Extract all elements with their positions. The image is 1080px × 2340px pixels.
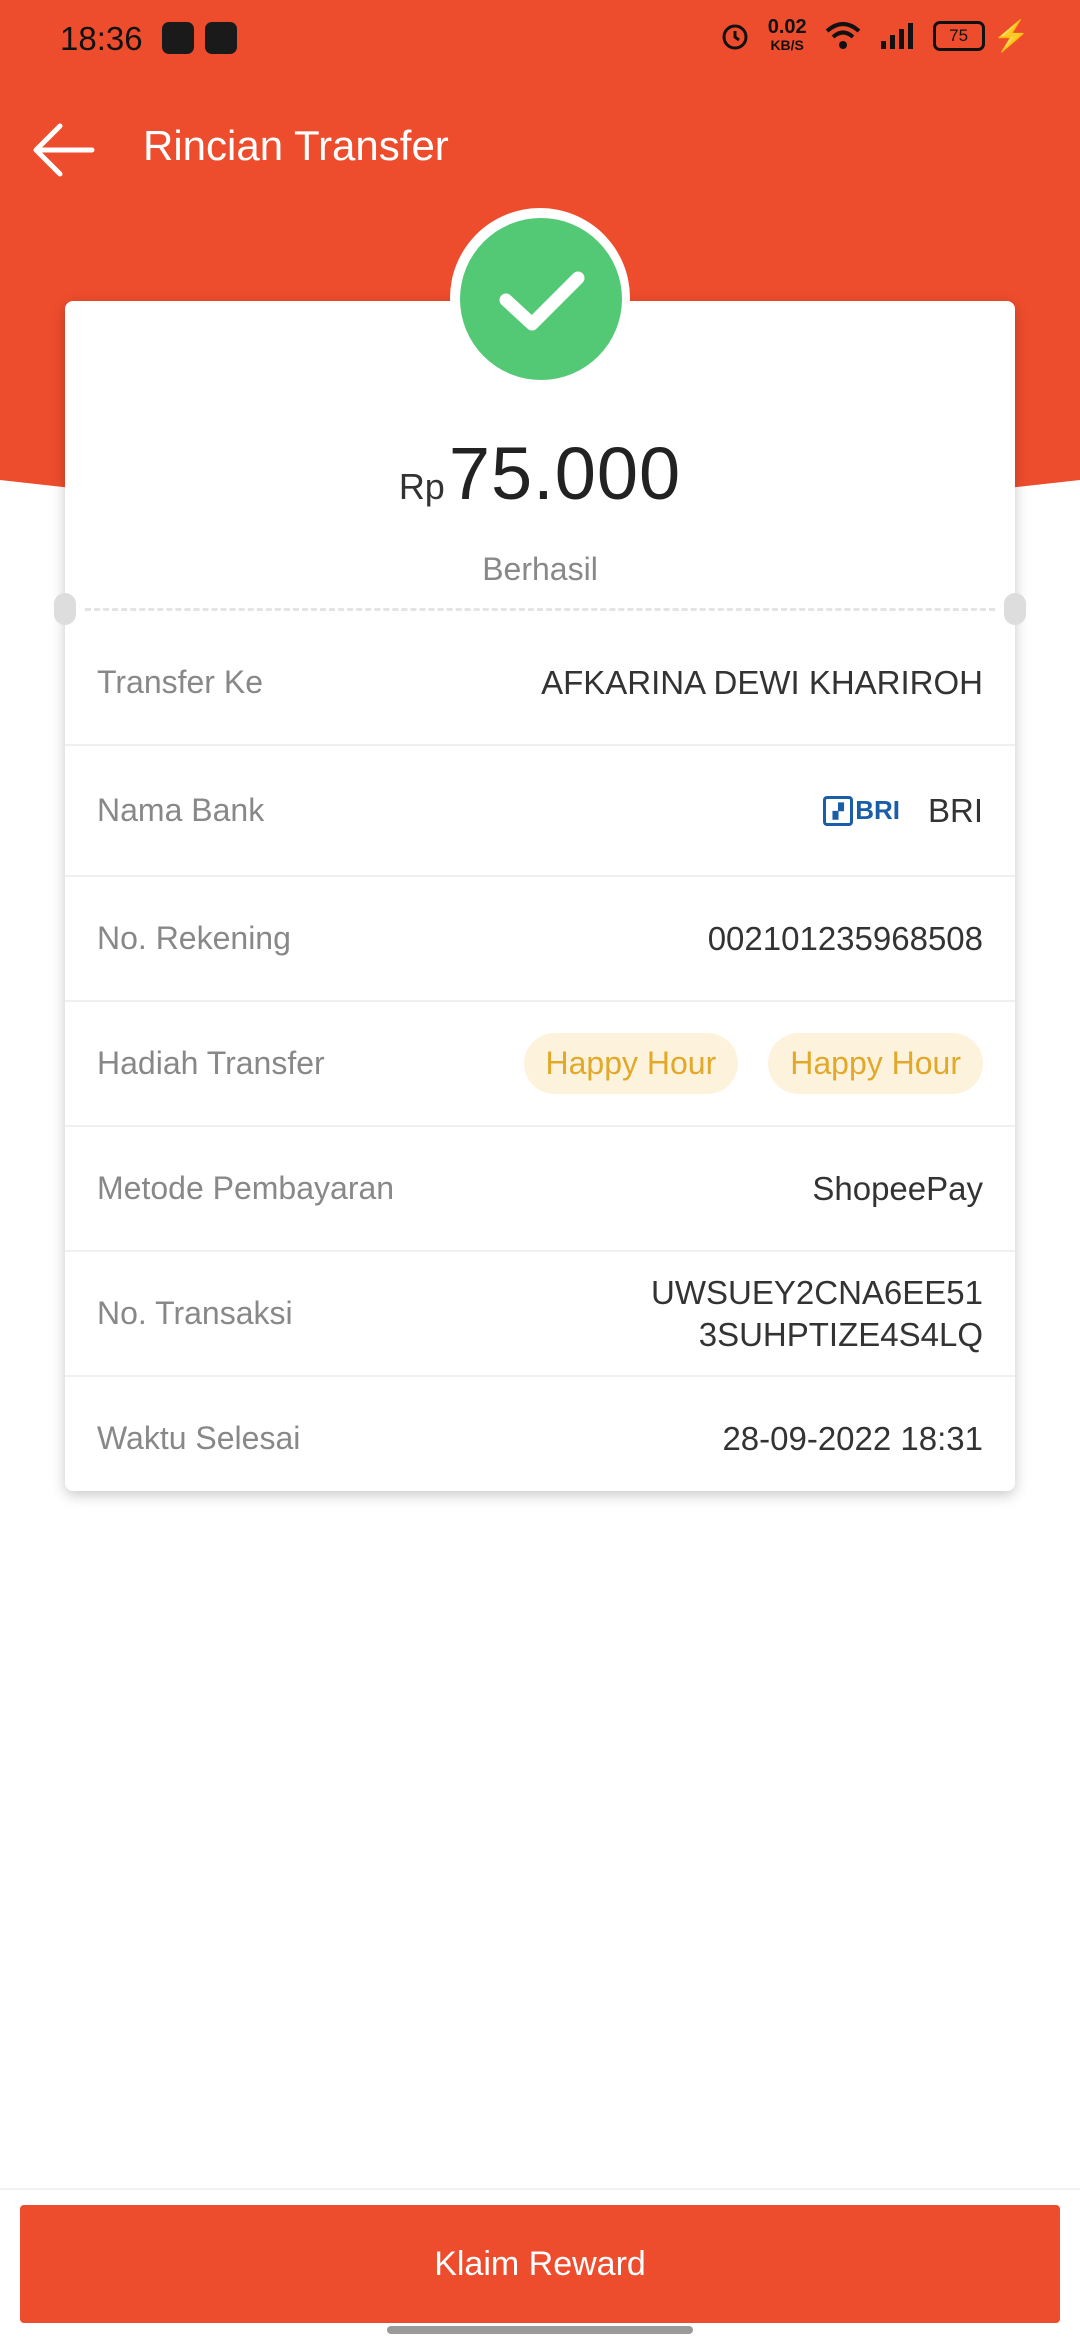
- transaction-number: UWSUEY2CNA6EE51 3SUHPTIZE4S4LQ: [651, 1272, 983, 1356]
- transfer-status: Berhasil: [482, 551, 598, 587]
- charging-icon: ⚡: [992, 19, 1030, 53]
- detail-row-transfer-reward: Hadiah Transfer Happy Hour Happy Hour: [65, 1002, 1015, 1127]
- transaction-number-line1: UWSUEY2CNA6EE51: [651, 1273, 983, 1311]
- detail-row-completed-time: Waktu Selesai 28-09-2022 18:31: [65, 1377, 1015, 1500]
- bri-logo-mark-icon: ▞: [823, 795, 854, 826]
- detail-row-account-number: No. Rekening 002101235968508: [65, 877, 1015, 1002]
- reward-chips: Happy Hour Happy Hour: [523, 1033, 983, 1094]
- row-label: Waktu Selesai: [97, 1420, 301, 1456]
- toolbar: Rincian Transfer: [0, 100, 1080, 200]
- row-label: Transfer Ke: [97, 664, 263, 700]
- bri-logo: ▞ BRI: [823, 795, 900, 826]
- account-number: 002101235968508: [707, 919, 983, 957]
- claim-reward-button[interactable]: Klaim Reward: [20, 2205, 1060, 2323]
- detail-row-payment-method: Metode Pembayaran ShopeePay: [65, 1127, 1015, 1252]
- wifi-icon: [825, 22, 860, 49]
- row-label: Hadiah Transfer: [97, 1045, 325, 1081]
- battery-indicator: 75: [932, 21, 985, 51]
- detail-row-bank-name: Nama Bank ▞ BRI BRI: [65, 746, 1015, 877]
- checkmark-icon: [499, 271, 585, 331]
- transfer-amount: 75.000: [448, 432, 682, 515]
- row-label: Nama Bank: [97, 792, 265, 828]
- success-check-icon: [460, 218, 622, 380]
- bri-logo-text: BRI: [855, 795, 900, 825]
- back-arrow-icon[interactable]: [30, 118, 100, 182]
- completed-time: 28-09-2022 18:31: [722, 1419, 983, 1457]
- network-speed: 0.02 KB/S: [767, 16, 807, 54]
- row-label: No. Rekening: [97, 920, 291, 956]
- transaction-number-line2: 3SUHPTIZE4S4LQ: [698, 1315, 983, 1353]
- app-notification-icon: [162, 22, 194, 54]
- reward-chip[interactable]: Happy Hour: [768, 1033, 983, 1094]
- currency-label: Rp: [398, 466, 445, 507]
- status-bar: 18:36 0.02 KB/S 75 ⚡: [0, 0, 1080, 80]
- bank-name: BRI: [927, 791, 983, 829]
- row-label: Metode Pembayaran: [97, 1170, 395, 1206]
- footer-divider: [0, 2188, 1080, 2190]
- recipient-name: AFKARINA DEWI KHARIROH: [541, 663, 983, 701]
- net-speed-unit: KB/S: [770, 37, 804, 53]
- row-label: No. Transaksi: [97, 1295, 293, 1331]
- status-time: 18:36: [60, 20, 143, 57]
- alarm-icon: [722, 24, 748, 50]
- home-indicator[interactable]: [387, 2326, 693, 2334]
- payment-method: ShopeePay: [812, 1169, 983, 1207]
- detail-list: Transfer Ke AFKARINA DEWI KHARIROH Nama …: [65, 621, 1015, 1500]
- capcut-notification-icon: [205, 22, 237, 54]
- page-title: Rincian Transfer: [143, 122, 449, 169]
- bank-value: ▞ BRI BRI: [823, 792, 983, 830]
- dashed-divider: [85, 608, 995, 611]
- detail-row-transfer-to: Transfer Ke AFKARINA DEWI KHARIROH: [65, 621, 1015, 746]
- reward-chip[interactable]: Happy Hour: [523, 1033, 739, 1094]
- net-speed-value: 0.02: [767, 16, 807, 38]
- transfer-detail-card: Rp75.000 Berhasil Transfer Ke AFKARINA D…: [54, 301, 1026, 1491]
- signal-icon: [880, 23, 913, 49]
- amount-display: Rp75.000: [65, 431, 1015, 516]
- detail-row-transaction-no: No. Transaksi UWSUEY2CNA6EE51 3SUHPTIZE4…: [65, 1252, 1015, 1377]
